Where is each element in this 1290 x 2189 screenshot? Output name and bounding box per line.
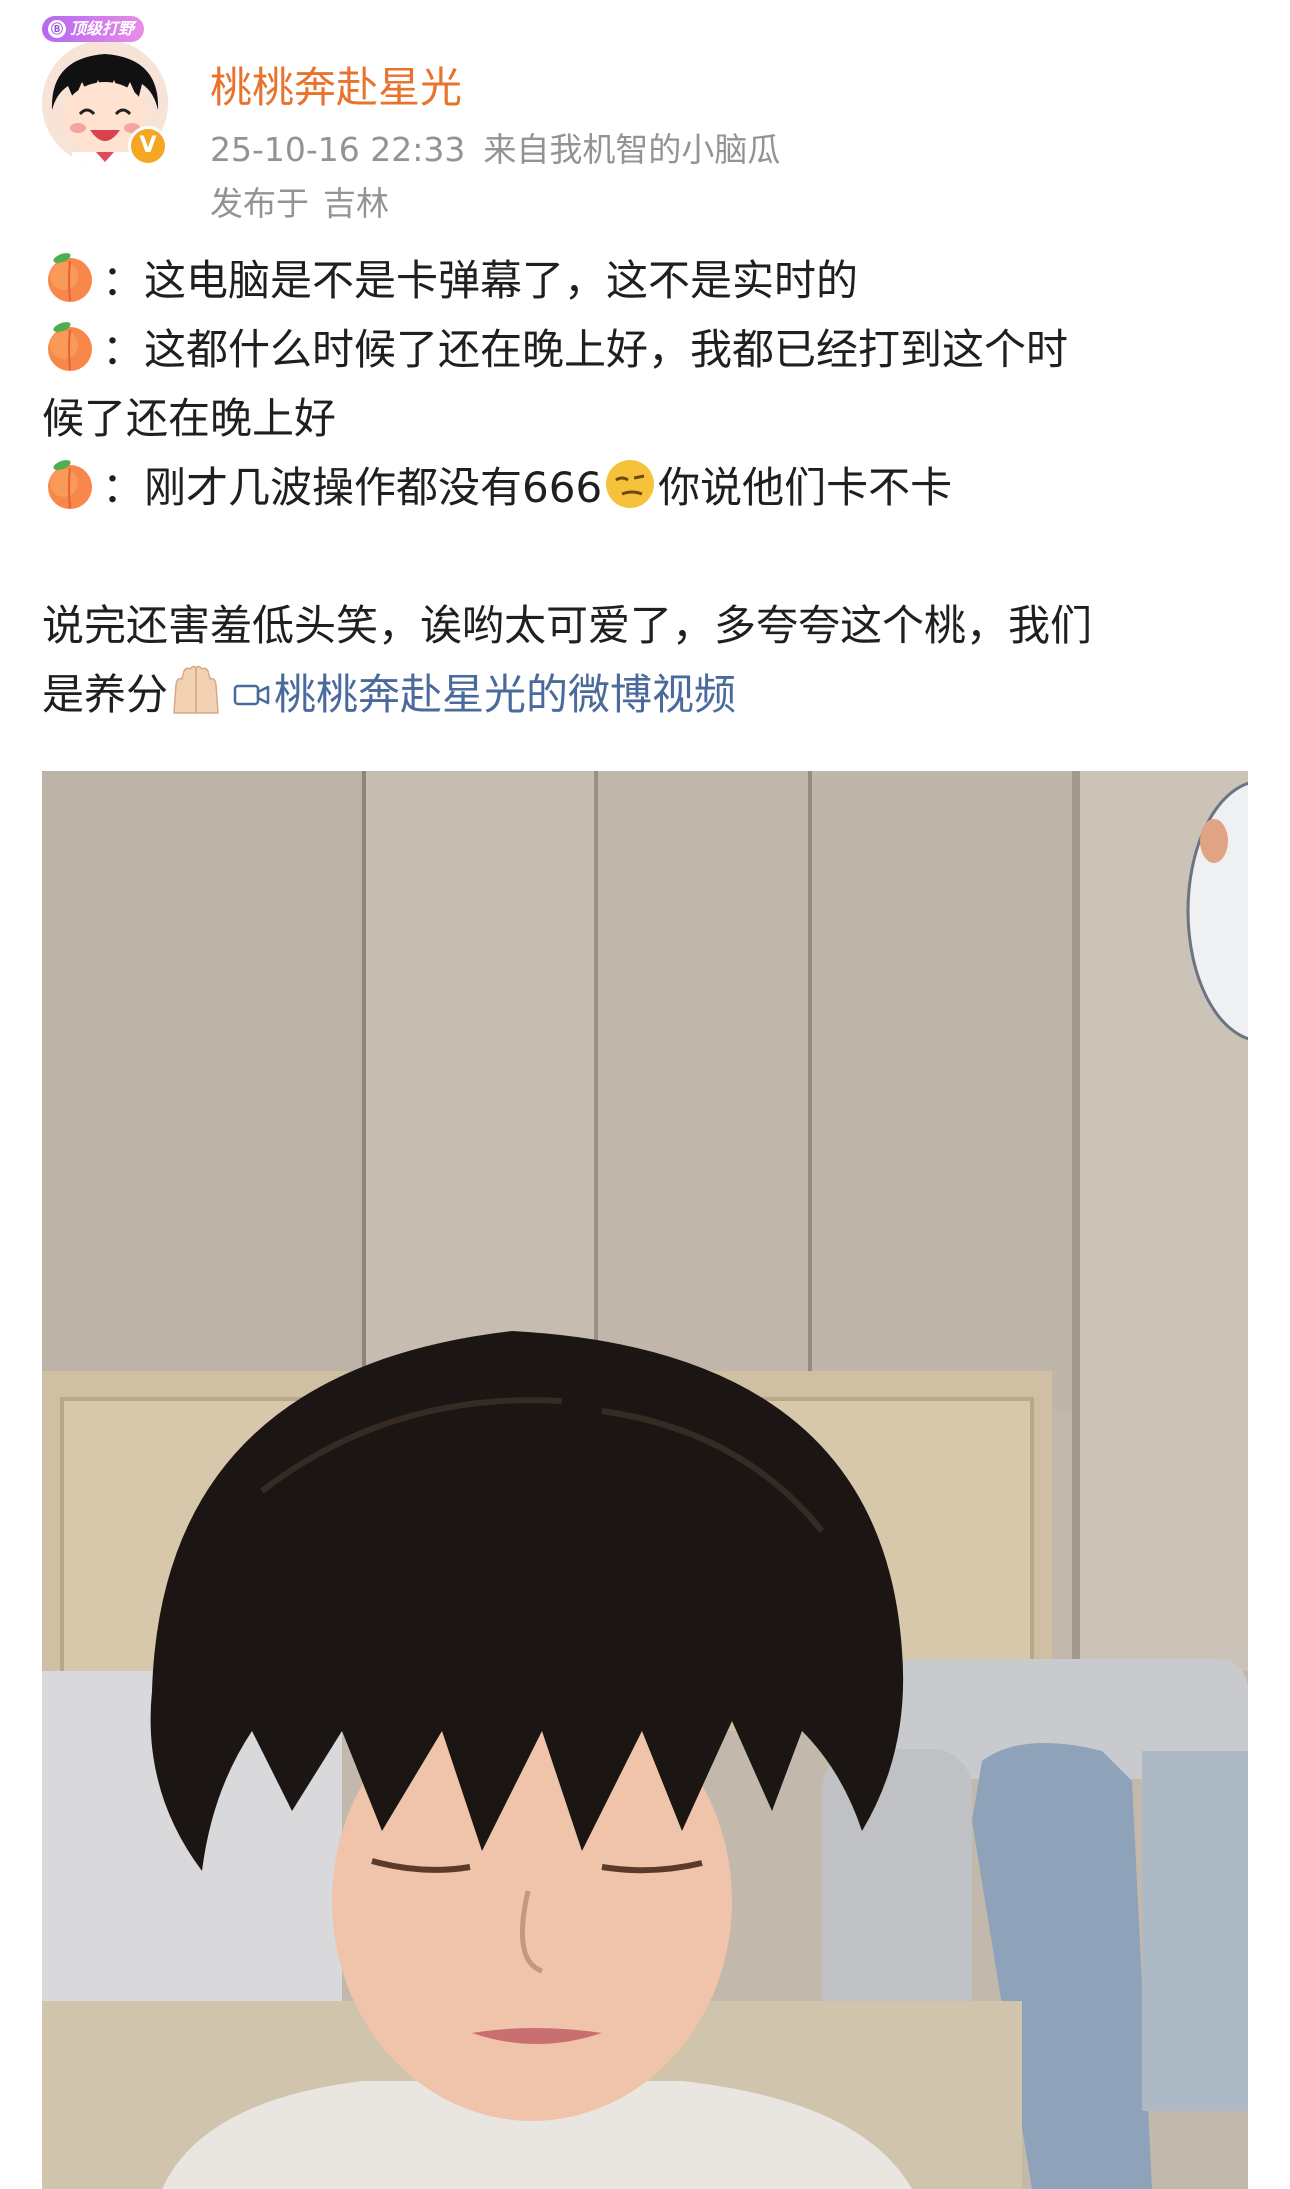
post-location: 发布于 吉林 — [210, 182, 389, 226]
post-text-line-3: 候了还在晚上好 — [42, 394, 337, 443]
post-text-line-5: 说完还害羞低头笑，诶哟太可爱了，多夸夸这个桃，我们 — [42, 601, 1093, 650]
sly-face-icon — [606, 460, 655, 508]
post-meta: 25-10-16 22:33 来自我机智的小脑瓜 — [210, 128, 780, 172]
avatar-badge: Ⓑ 顶级打野 — [42, 16, 145, 42]
video-link-label: 桃桃奔赴星光的微博视频 — [274, 670, 737, 719]
verified-icon: V — [128, 126, 168, 166]
location-name: 吉林 — [323, 184, 389, 223]
username-link[interactable]: 桃桃奔赴星光 — [210, 62, 462, 114]
avatar-badge-label: 顶级打野 — [70, 19, 135, 38]
post-header: Ⓑ 顶级打野 V 桃桃奔赴星光 25-10-16 22:33 来自我机智的小脑瓜 … — [42, 16, 1242, 223]
raised-hands-icon — [173, 665, 219, 714]
video-thumbnail[interactable] — [42, 771, 1248, 2189]
post-text-line-1: ：这电脑是不是卡弹幕了，这不是实时的 — [42, 246, 1252, 315]
post-text-line-2: ：这都什么时候了还在晚上好，我都已经打到这个时 — [42, 315, 1252, 384]
post-text: ：这电脑是不是卡弹幕了，这不是实时的 ：这都什么时候了还在晚上好，我都已经打到这… — [42, 246, 1252, 729]
badge-icon: Ⓑ — [48, 20, 66, 38]
post-timestamp: 25-10-16 22:33 — [210, 130, 466, 169]
peach-icon — [48, 460, 92, 509]
video-camera-icon — [233, 684, 270, 706]
location-prefix: 发布于 — [210, 184, 309, 223]
peach-icon — [48, 253, 92, 302]
video-link[interactable]: 桃桃奔赴星光的微博视频 — [224, 670, 736, 719]
post-text-line-4: ：刚才几波操作都没有666 你说他们卡不卡 — [42, 453, 1252, 522]
avatar-container[interactable]: Ⓑ 顶级打野 V — [42, 16, 182, 166]
peach-icon — [48, 322, 92, 371]
post-source[interactable]: 来自我机智的小脑瓜 — [483, 130, 780, 169]
weibo-post: Ⓑ 顶级打野 V 桃桃奔赴星光 25-10-16 22:33 来自我机智的小脑瓜 … — [0, 0, 1290, 2189]
post-text-line-6: 是养分 桃桃奔赴星光的微博视频 — [42, 660, 1252, 729]
